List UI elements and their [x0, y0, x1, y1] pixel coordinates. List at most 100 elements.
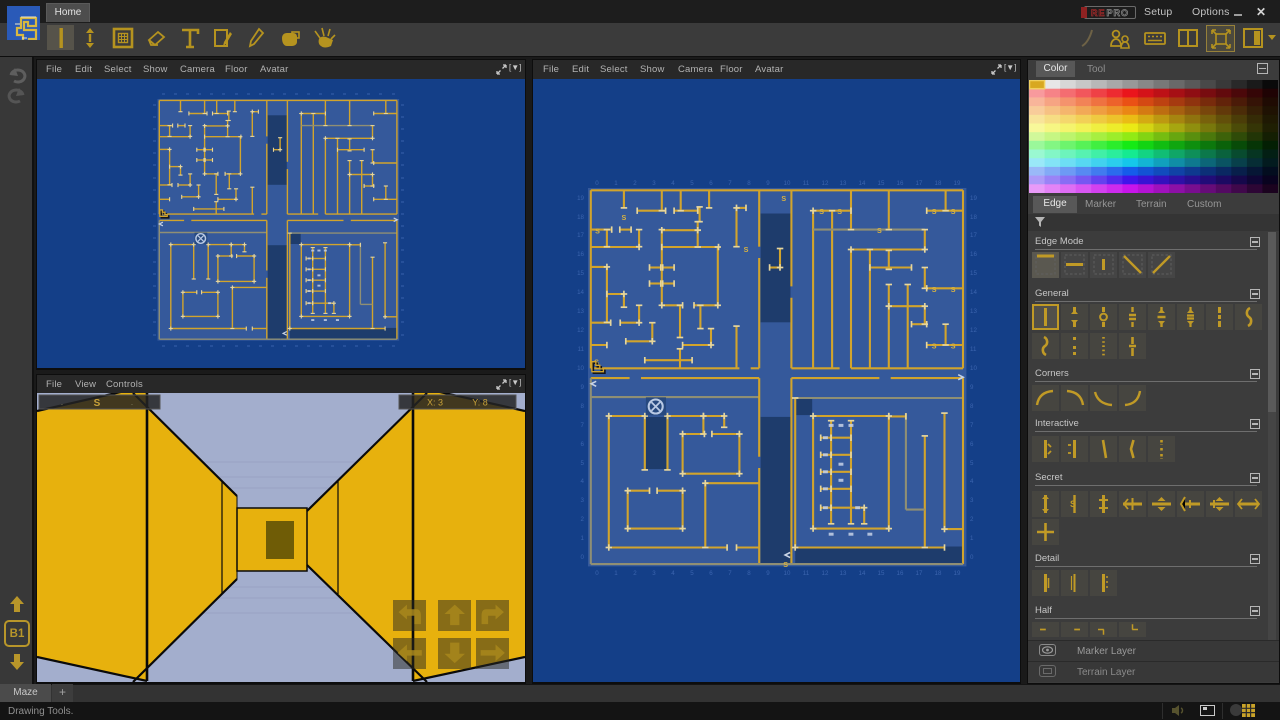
svg-text:S: S: [1070, 499, 1076, 509]
svg-text:3: 3: [581, 497, 585, 504]
svg-text:12: 12: [822, 180, 829, 187]
svg-text:15: 15: [577, 270, 584, 277]
svg-text:16: 16: [897, 180, 904, 187]
svg-text:4: 4: [970, 478, 974, 485]
svg-text:4: 4: [671, 570, 675, 577]
svg-text:18: 18: [970, 214, 977, 221]
svg-text:7: 7: [970, 422, 974, 429]
svg-text:S: S: [932, 342, 937, 351]
svg-text:5: 5: [690, 180, 694, 187]
svg-text:9: 9: [970, 384, 974, 391]
svg-text:15: 15: [878, 180, 885, 187]
svg-text:.: .: [131, 398, 133, 407]
svg-text:15: 15: [878, 570, 885, 577]
svg-text:.: .: [61, 398, 63, 407]
svg-text:14: 14: [859, 180, 866, 187]
svg-text:S: S: [877, 226, 882, 235]
svg-text:6: 6: [709, 180, 713, 187]
svg-text:18: 18: [577, 214, 584, 221]
svg-text:17: 17: [916, 570, 923, 577]
svg-text:17: 17: [577, 232, 584, 239]
svg-text:13: 13: [840, 180, 847, 187]
svg-text:7: 7: [728, 570, 732, 577]
svg-text:5: 5: [690, 570, 694, 577]
svg-text:10: 10: [970, 365, 977, 372]
svg-text:14: 14: [577, 289, 584, 296]
svg-text:16: 16: [897, 570, 904, 577]
svg-text:0: 0: [970, 554, 974, 561]
svg-text:S: S: [783, 560, 788, 569]
svg-text:11: 11: [578, 346, 585, 353]
svg-text:6: 6: [709, 570, 713, 577]
svg-text:0: 0: [581, 554, 585, 561]
svg-text:18: 18: [935, 570, 942, 577]
svg-text:11: 11: [803, 180, 810, 187]
svg-text:12: 12: [822, 570, 829, 577]
svg-text:S: S: [951, 207, 956, 216]
svg-text:13: 13: [840, 570, 847, 577]
svg-text:S: S: [951, 342, 956, 351]
svg-text:3: 3: [652, 570, 656, 577]
svg-text:4: 4: [581, 478, 585, 485]
svg-text:15: 15: [970, 270, 977, 277]
svg-text:5: 5: [970, 460, 974, 467]
svg-text:10: 10: [784, 570, 791, 577]
svg-text:16: 16: [577, 251, 584, 258]
svg-text:Y: 8: Y: 8: [472, 398, 488, 408]
svg-text:S: S: [595, 227, 600, 236]
svg-text:8: 8: [747, 570, 751, 577]
svg-text:14: 14: [859, 570, 866, 577]
svg-text:8: 8: [747, 180, 751, 187]
svg-text:3: 3: [652, 180, 656, 187]
svg-text:7: 7: [581, 422, 585, 429]
svg-text:1: 1: [614, 180, 618, 187]
svg-text:9: 9: [581, 384, 585, 391]
svg-text:14: 14: [970, 289, 977, 296]
svg-text:2: 2: [633, 180, 637, 187]
svg-text:S: S: [744, 245, 749, 254]
svg-text:S: S: [837, 207, 842, 216]
svg-text:6: 6: [581, 441, 585, 448]
svg-text:16: 16: [970, 251, 977, 258]
svg-text:S: S: [819, 207, 824, 216]
svg-text:1: 1: [614, 570, 618, 577]
svg-text:11: 11: [970, 346, 977, 353]
svg-text:7: 7: [728, 180, 732, 187]
svg-text:19: 19: [954, 180, 961, 187]
svg-text:19: 19: [970, 195, 977, 202]
svg-text:2: 2: [633, 570, 637, 577]
svg-text:S: S: [932, 207, 937, 216]
svg-text:9: 9: [766, 570, 770, 577]
svg-text:12: 12: [970, 327, 977, 334]
svg-text:S: S: [94, 398, 101, 409]
svg-text:11: 11: [803, 570, 810, 577]
svg-text:2: 2: [970, 516, 974, 523]
svg-text:10: 10: [577, 365, 584, 372]
svg-text:1: 1: [970, 535, 974, 542]
svg-text:2: 2: [581, 516, 585, 523]
svg-text:12: 12: [577, 327, 584, 334]
svg-text:17: 17: [916, 180, 923, 187]
svg-text:8: 8: [581, 403, 585, 410]
svg-text:0: 0: [595, 570, 599, 577]
svg-text:13: 13: [970, 308, 977, 315]
svg-text:4: 4: [671, 180, 675, 187]
svg-text:19: 19: [954, 570, 961, 577]
svg-text:6: 6: [970, 441, 974, 448]
svg-text:S: S: [622, 213, 627, 222]
svg-text:17: 17: [970, 232, 977, 239]
svg-text:5: 5: [581, 460, 585, 467]
svg-text:8: 8: [970, 403, 974, 410]
svg-text:S: S: [781, 194, 786, 203]
svg-text:S: S: [932, 285, 937, 294]
svg-text:13: 13: [577, 308, 584, 315]
svg-text:3: 3: [970, 497, 974, 504]
svg-text:S: S: [951, 285, 956, 294]
svg-text:0: 0: [595, 180, 599, 187]
svg-text:1: 1: [581, 535, 585, 542]
svg-text:10: 10: [784, 180, 791, 187]
svg-text:19: 19: [577, 195, 584, 202]
svg-text:X: 3: X: 3: [427, 398, 443, 408]
svg-text:9: 9: [766, 180, 770, 187]
svg-text:18: 18: [935, 180, 942, 187]
